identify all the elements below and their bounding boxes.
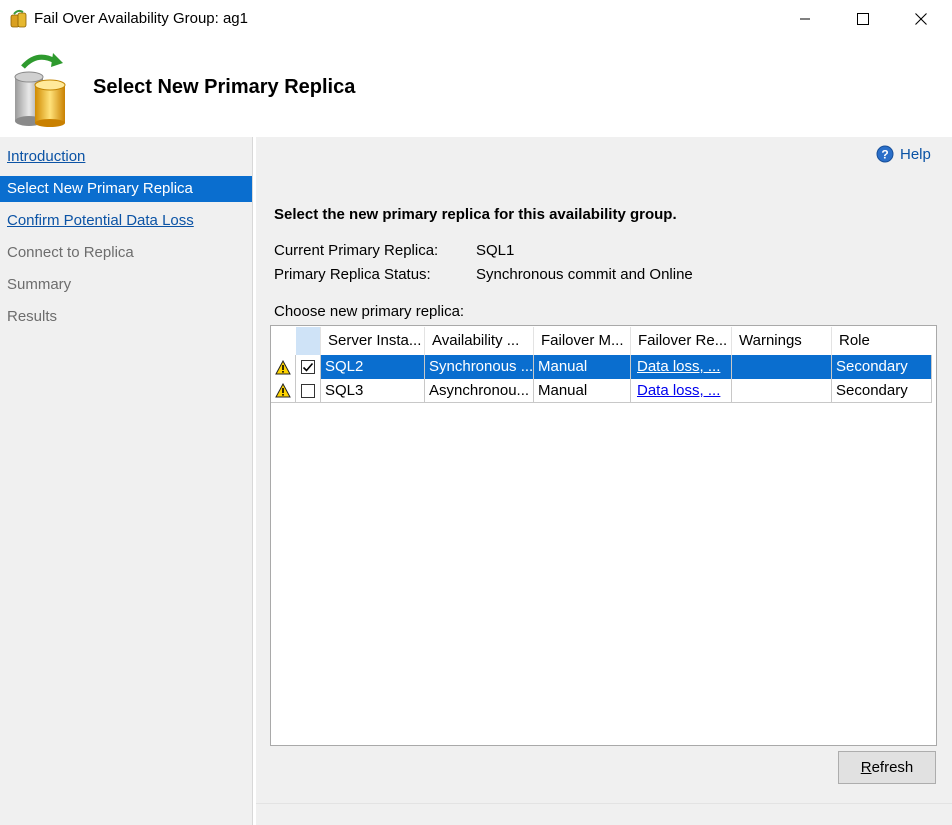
cell-failover-mode: Manual [534, 355, 631, 379]
header-check-col[interactable] [296, 327, 321, 355]
warning-icon [271, 379, 296, 403]
table-row[interactable]: SQL2 Synchronous ... Manual Data loss, .… [271, 355, 932, 379]
choose-replica-label: Choose new primary replica: [274, 303, 465, 320]
primary-status-label: Primary Replica Status: [274, 266, 431, 283]
sidebar-item-summary: Summary [7, 276, 72, 293]
close-icon [915, 13, 927, 25]
database-failover-icon [13, 49, 69, 127]
refresh-button[interactable]: Refresh [838, 751, 936, 784]
cell-warnings [732, 355, 832, 379]
app-icon [9, 9, 29, 29]
help-label: Help [900, 145, 931, 163]
window-title: Fail Over Availability Group: ag1 [34, 10, 248, 27]
sidebar-item-select-new-primary-replica[interactable]: Select New Primary Replica [0, 176, 252, 202]
checkmark-icon [302, 362, 314, 372]
minimize-button[interactable] [776, 0, 834, 38]
replica-checkbox[interactable] [296, 379, 321, 403]
table-row[interactable]: SQL3 Asynchronou... Manual Data loss, ..… [271, 379, 932, 403]
column-header-availability-mode[interactable]: Availability ... [425, 327, 534, 355]
replica-grid[interactable]: Server Insta... Availability ... Failove… [270, 325, 937, 746]
current-primary-value: SQL1 [476, 242, 515, 259]
failover-readiness-link[interactable]: Data loss, ... [637, 382, 720, 399]
cell-server-instance: SQL3 [321, 379, 425, 403]
cell-availability-mode: Asynchronou... [425, 379, 534, 403]
cell-server-instance: SQL2 [321, 355, 425, 379]
column-header-role[interactable]: Role [832, 327, 936, 355]
instruction-text: Select the new primary replica for this … [274, 206, 677, 223]
column-header-warnings[interactable]: Warnings [732, 327, 832, 355]
grid-header: Server Insta... Availability ... Failove… [271, 327, 936, 355]
sidebar-item-introduction[interactable]: Introduction [0, 144, 252, 170]
column-header-failover-mode[interactable]: Failover M... [534, 327, 631, 355]
warning-icon [271, 355, 296, 379]
wizard-header: Select New Primary Replica [0, 38, 952, 137]
column-header-failover-readiness[interactable]: Failover Re... [631, 327, 732, 355]
sidebar-item-confirm-potential-data-loss[interactable]: Confirm Potential Data Loss [0, 208, 252, 234]
minimize-icon [800, 18, 810, 20]
page-title: Select New Primary Replica [93, 76, 356, 98]
sidebar-item-connect-to-replica: Connect to Replica [7, 244, 134, 261]
maximize-icon [857, 13, 869, 25]
header-warning-col [271, 327, 296, 355]
cell-failover-readiness: Data loss, ... [631, 379, 732, 403]
refresh-accelerator: R [860, 759, 872, 776]
title-bar: Fail Over Availability Group: ag1 [0, 0, 952, 38]
checkbox-checked[interactable] [301, 360, 315, 374]
refresh-label: efresh [871, 759, 914, 776]
checkbox-unchecked[interactable] [301, 383, 315, 398]
primary-status-value: Synchronous commit and Online [476, 266, 693, 283]
column-header-server-instance[interactable]: Server Insta... [321, 327, 425, 355]
bottom-strip [256, 803, 952, 825]
cell-availability-mode: Synchronous ... [425, 355, 534, 379]
close-button[interactable] [892, 0, 950, 38]
svg-text:?: ? [881, 148, 888, 162]
help-link[interactable]: ? Help [876, 145, 931, 163]
cell-role: Secondary [832, 355, 932, 379]
failover-readiness-link[interactable]: Data loss, ... [637, 358, 720, 375]
sidebar-item-results: Results [7, 308, 58, 325]
cell-warnings [732, 379, 832, 403]
help-icon: ? [876, 145, 894, 163]
cell-failover-mode: Manual [534, 379, 631, 403]
replica-checkbox[interactable] [296, 355, 321, 379]
cell-role: Secondary [832, 379, 932, 403]
cell-failover-readiness: Data loss, ... [631, 355, 732, 379]
maximize-button[interactable] [834, 0, 892, 38]
current-primary-label: Current Primary Replica: [274, 242, 439, 259]
